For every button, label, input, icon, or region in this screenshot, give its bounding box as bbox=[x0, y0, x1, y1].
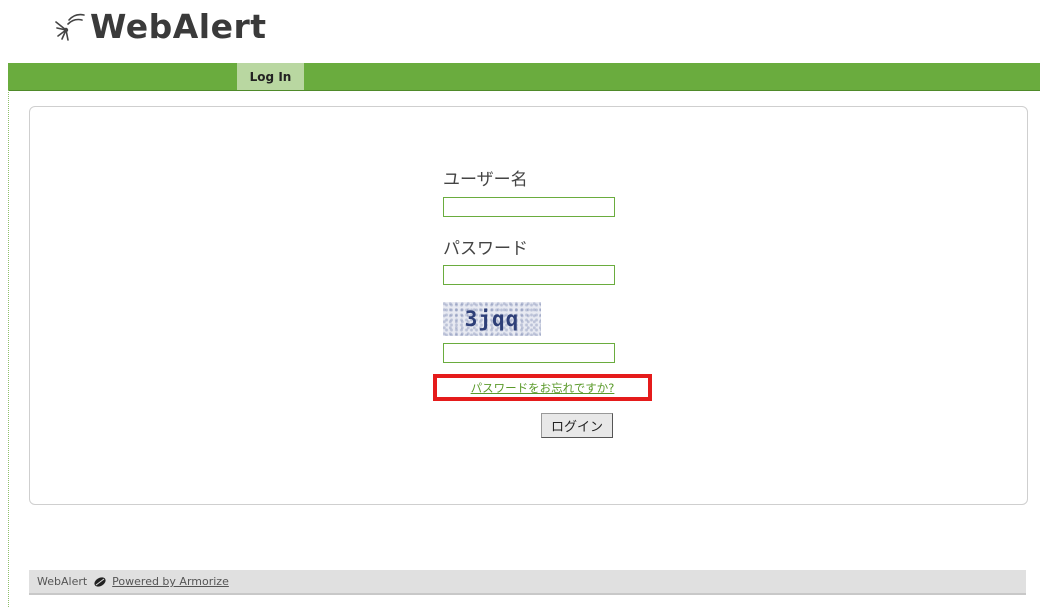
password-label: パスワード bbox=[443, 239, 528, 259]
logo-text: WebAlert bbox=[90, 6, 267, 46]
nav-bar: Log In bbox=[8, 63, 1040, 91]
powered-by-link[interactable]: Powered by Armorize bbox=[112, 575, 229, 588]
username-input[interactable] bbox=[443, 197, 615, 217]
captcha-input[interactable] bbox=[443, 343, 615, 363]
page: WebAlert Log In ユーザー名 パスワード 3jqq パスワードをお… bbox=[0, 0, 1040, 607]
sparkle-logo-icon bbox=[55, 13, 85, 41]
armorize-leaf-icon bbox=[94, 576, 106, 587]
captcha-text: 3jqq bbox=[464, 307, 520, 331]
password-input[interactable] bbox=[443, 265, 615, 285]
header-logo[interactable]: WebAlert bbox=[54, 6, 267, 46]
forgot-password-link[interactable]: パスワードをお忘れですか? bbox=[471, 380, 615, 396]
footer-brand: WebAlert bbox=[37, 575, 88, 588]
tab-log-in[interactable]: Log In bbox=[237, 63, 304, 90]
username-label: ユーザー名 bbox=[443, 170, 528, 190]
footer: WebAlert Powered by Armorize bbox=[29, 570, 1026, 595]
login-button[interactable]: ログイン bbox=[541, 413, 613, 438]
forgot-password-highlight: パスワードをお忘れですか? bbox=[433, 374, 652, 401]
captcha-image: 3jqq bbox=[443, 302, 541, 336]
left-dotted-rule bbox=[8, 90, 9, 607]
